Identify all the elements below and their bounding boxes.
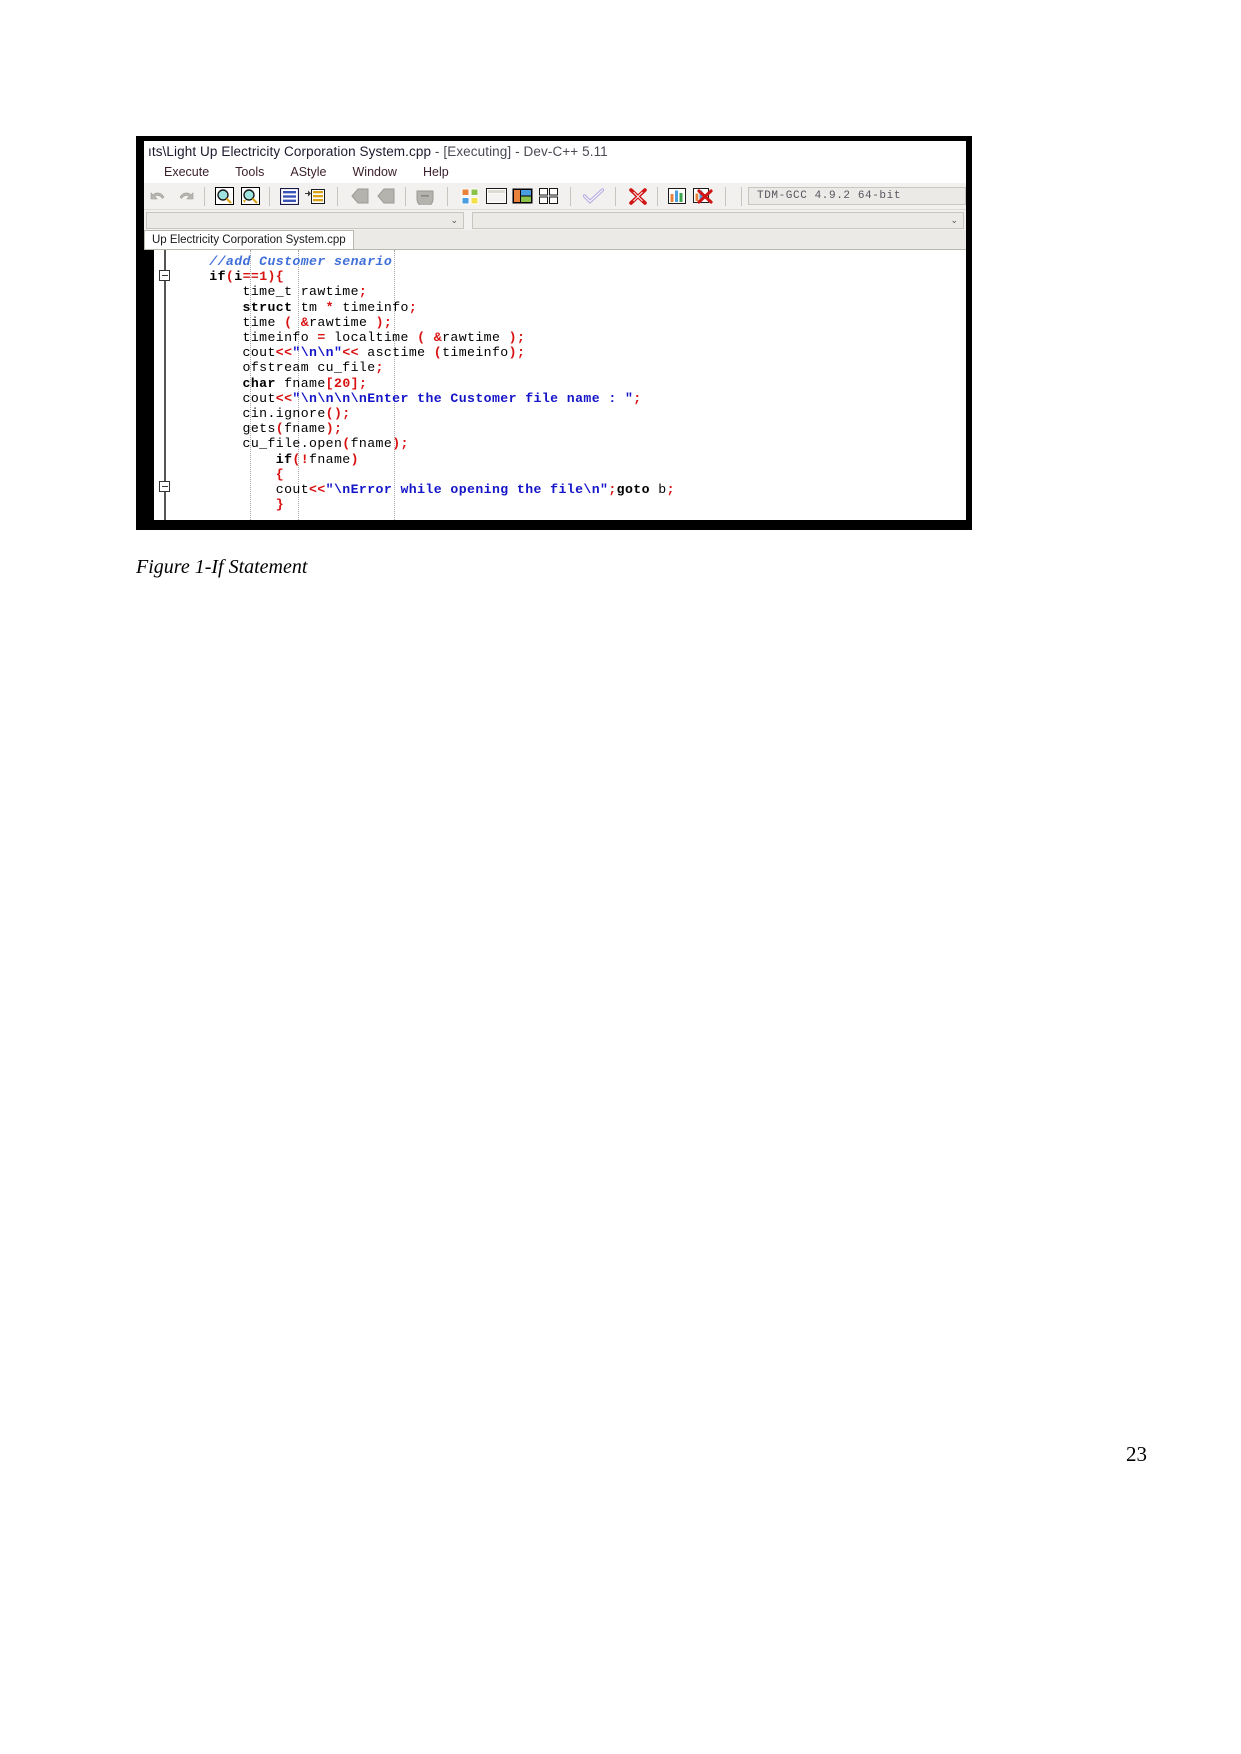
toolbar: TDM-GCC 4.9.2 64-bit: [144, 183, 966, 210]
code-line: if(!fname): [275, 451, 359, 467]
menu-item-tools[interactable]: Tools: [235, 165, 264, 179]
class-browser-combo[interactable]: ⌄: [146, 211, 464, 229]
figure-caption: Figure 1-If Statement: [136, 556, 308, 578]
chevron-down-icon: ⌄: [450, 214, 458, 225]
toolbar-separator: [657, 186, 658, 206]
code-line: cin.ignore();: [242, 406, 351, 422]
new-project-icon: [461, 188, 479, 205]
forward-button[interactable]: [374, 185, 398, 207]
code-editor[interactable]: //add Customer senario if(i==1){ time_t …: [144, 250, 966, 520]
editor-fold-gutter[interactable]: [154, 250, 176, 520]
forward-icon: [376, 188, 396, 204]
code-line: {: [275, 466, 285, 482]
toolbar-separator: [447, 186, 448, 206]
toolbar-separator: [725, 186, 726, 206]
compiler-select[interactable]: TDM-GCC 4.9.2 64-bit: [748, 187, 966, 205]
window-title-suffix: - [Executing] - Dev-C++ 5.11: [431, 143, 608, 159]
fold-guide-line: [164, 250, 166, 520]
page-number: 23: [1126, 1442, 1147, 1466]
tab-open-file[interactable]: Up Electricity Corporation System.cpp: [144, 230, 354, 249]
code-text-area[interactable]: //add Customer senario if(i==1){ time_t …: [176, 250, 966, 520]
stop-execution-icon: [629, 187, 647, 205]
stop-execution-button[interactable]: [626, 185, 650, 207]
profile-icon: [668, 188, 686, 204]
code-lines: //add Customer senario if(i==1){ time_t …: [176, 254, 966, 512]
undo-icon: [150, 189, 168, 203]
toolbar-separator: [405, 186, 406, 206]
toggle-breakpoint-icon: [415, 188, 435, 205]
window-title-main: ıts\Light Up Electricity Corporation Sys…: [148, 143, 432, 159]
code-line: time_t rawtime;: [242, 284, 368, 300]
back-icon: [350, 188, 370, 204]
code-line: struct tm * timeinfo;: [242, 299, 418, 315]
figure-image: ıts\Light Up Electricity Corporation Sys…: [136, 136, 972, 530]
window-titlebar: ıts\Light Up Electricity Corporation Sys…: [144, 141, 966, 161]
function-browser-combo[interactable]: ⌄: [472, 211, 964, 229]
goto-line-icon: [279, 187, 299, 205]
navigation-combo-row: ⌄ ⌄: [144, 210, 966, 230]
project-view-button[interactable]: [510, 185, 534, 207]
code-line: timeinfo = localtime ( &rawtime );: [242, 330, 526, 346]
goto-line-button[interactable]: [277, 185, 301, 207]
window-title: ıts\Light Up Electricity Corporation Sys…: [148, 144, 608, 159]
undo-button[interactable]: [147, 185, 171, 207]
code-line: //add Customer senario: [209, 254, 393, 269]
new-project-button[interactable]: [458, 185, 482, 207]
toolbar-separator: [269, 186, 270, 206]
toolbar-separator: [204, 186, 205, 206]
tab-open-file-label: Up Electricity Corporation System.cpp: [152, 234, 346, 246]
back-button[interactable]: [348, 185, 372, 207]
toolbar-separator: [741, 186, 742, 206]
code-line: cout<<"\n\n"<< asctime (timeinfo);: [242, 345, 526, 361]
dev-cpp-window: ıts\Light Up Electricity Corporation Sys…: [144, 141, 966, 520]
menu-item-astyle[interactable]: AStyle: [290, 165, 326, 179]
menu-item-execute[interactable]: Execute: [164, 165, 209, 179]
project-view-icon: [512, 188, 533, 204]
goto-function-button[interactable]: [303, 185, 327, 207]
fold-toggle-inner[interactable]: [159, 481, 170, 492]
editor-left-margin: [144, 250, 154, 520]
code-line: cout<<"\n\n\n\nEnter the Customer file n…: [242, 390, 642, 406]
find-button[interactable]: [212, 185, 236, 207]
find-next-button[interactable]: [238, 185, 262, 207]
compile-check-icon: [582, 188, 604, 204]
redo-icon: [176, 189, 194, 203]
toolbar-separator: [570, 186, 571, 206]
toolbar-separator: [337, 186, 338, 206]
profile-analysis-button[interactable]: [665, 185, 689, 207]
editor-tabstrip: Up Electricity Corporation System.cpp: [144, 230, 966, 250]
compiler-select-label: TDM-GCC 4.9.2 64-bit: [757, 190, 902, 202]
find-icon: [214, 187, 234, 205]
code-line: if(i==1){: [209, 269, 285, 285]
goto-function-icon: [304, 188, 326, 205]
window-button[interactable]: [484, 185, 508, 207]
menu-item-help[interactable]: Help: [423, 165, 449, 179]
toolbar-separator: [615, 186, 616, 206]
code-line: }: [275, 497, 285, 513]
chevron-down-icon: ⌄: [950, 214, 958, 225]
compile-button[interactable]: [581, 185, 605, 207]
tile-icon: [538, 188, 558, 204]
find-next-icon: [240, 187, 260, 205]
toggle-breakpoint-button[interactable]: [413, 185, 437, 207]
tile-button[interactable]: [536, 185, 560, 207]
code-line: gets(fname);: [242, 421, 343, 437]
delete-profile-button[interactable]: [691, 185, 715, 207]
redo-button[interactable]: [173, 185, 197, 207]
code-line: char fname[20];: [242, 375, 368, 391]
window-icon: [485, 188, 507, 204]
menu-item-window[interactable]: Window: [353, 165, 397, 179]
menu-bar: Execute Tools AStyle Window Help: [144, 161, 966, 183]
code-line: cout<<"\nError while opening the file\n"…: [275, 482, 675, 498]
code-line: ofstream cu_file;: [242, 360, 384, 376]
fold-toggle-outer[interactable]: [159, 270, 170, 281]
code-line: cu_file.open(fname);: [242, 436, 409, 452]
delete-profile-icon: [693, 188, 713, 204]
code-line: time ( &rawtime );: [242, 314, 393, 330]
